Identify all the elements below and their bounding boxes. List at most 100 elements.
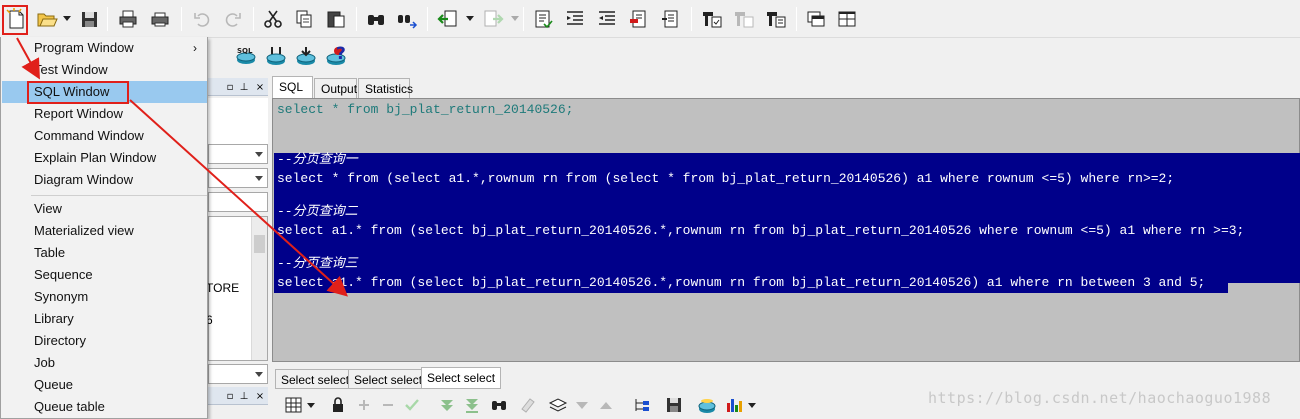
owner-combo[interactable] xyxy=(208,144,268,164)
db-icon[interactable] xyxy=(697,395,717,415)
down-icon[interactable] xyxy=(437,395,457,415)
result-tab[interactable]: Select select xyxy=(348,369,429,389)
chart-icon[interactable] xyxy=(724,395,744,415)
tab-sql[interactable]: SQL xyxy=(272,76,313,98)
panel-header-2: ▫ ⊥ × xyxy=(208,387,268,405)
result-tabs: Select select Select select Select selec… xyxy=(272,366,1300,390)
menu-item-library[interactable]: Library xyxy=(2,308,207,330)
forward-dropdown-icon[interactable] xyxy=(511,16,519,21)
find-icon[interactable] xyxy=(364,7,388,31)
compile-icon[interactable] xyxy=(700,7,724,31)
chevron-right-icon: › xyxy=(193,41,197,55)
check-icon[interactable] xyxy=(402,395,422,415)
tile-icon[interactable] xyxy=(835,7,859,31)
menu-item-queue[interactable]: Queue xyxy=(2,374,207,396)
find-icon[interactable] xyxy=(489,395,509,415)
sql-editor[interactable]: select * from bj_plat_return_20140526; -… xyxy=(272,98,1300,362)
menu-item-test-window[interactable]: Test Window xyxy=(2,59,207,81)
save-icon[interactable] xyxy=(77,7,101,31)
code-comment: --分页查询三 xyxy=(277,256,358,271)
chart-dropdown-icon[interactable] xyxy=(748,403,756,408)
chevron-down-icon xyxy=(255,372,263,377)
filter-input[interactable] xyxy=(208,192,268,212)
code-line: select * from (select a1.*,rownum rn fro… xyxy=(277,171,1175,186)
pin-icon[interactable]: ⊥ xyxy=(238,82,250,94)
menu-item-job[interactable]: Job xyxy=(2,352,207,374)
scrollbar-thumb[interactable] xyxy=(254,235,265,253)
list-item[interactable]: TORE xyxy=(206,281,239,295)
tab-output[interactable]: Output xyxy=(314,78,357,98)
back-icon[interactable] xyxy=(436,7,460,31)
result-tab[interactable]: Select select xyxy=(421,367,502,389)
menu-item-command-window[interactable]: Command Window xyxy=(2,125,207,147)
menu-item-explain-plan-window[interactable]: Explain Plan Window xyxy=(2,147,207,169)
menu-item-sequence[interactable]: Sequence xyxy=(2,264,207,286)
menu-item-program-window[interactable]: Program Window › xyxy=(2,37,207,59)
open-dropdown-icon[interactable] xyxy=(63,16,71,21)
forward-icon[interactable] xyxy=(481,7,505,31)
execute-icon[interactable] xyxy=(764,7,788,31)
menu-item-table[interactable]: Table xyxy=(2,242,207,264)
close-icon[interactable]: × xyxy=(254,82,266,94)
paste-icon[interactable] xyxy=(324,7,348,31)
print-setup-icon[interactable] xyxy=(148,7,172,31)
panel-top-area xyxy=(208,98,268,146)
tree-icon[interactable] xyxy=(632,395,652,415)
pin-icon[interactable]: ⊥ xyxy=(238,391,250,403)
menu-item-view[interactable]: View xyxy=(2,198,207,220)
db-connect-icon[interactable] xyxy=(264,44,288,68)
type-combo[interactable] xyxy=(208,168,268,188)
menu-item-diagram-window[interactable]: Diagram Window xyxy=(2,169,207,191)
sql-db-icon[interactable]: SQL xyxy=(234,44,258,68)
clear-icon[interactable] xyxy=(518,395,538,415)
result-tab[interactable]: Select select xyxy=(275,369,356,389)
code-comment: --分页查询一 xyxy=(277,152,358,167)
uncomment-icon[interactable] xyxy=(659,7,683,31)
close-icon[interactable]: × xyxy=(254,391,266,403)
db-commit-icon[interactable] xyxy=(294,44,318,68)
windows-icon[interactable] xyxy=(804,7,828,31)
menu-item-materialized-view[interactable]: Materialized view xyxy=(2,220,207,242)
grid-icon[interactable] xyxy=(284,395,304,415)
open-icon[interactable] xyxy=(35,7,59,31)
undo-icon[interactable] xyxy=(190,7,214,31)
scrollbar[interactable] xyxy=(251,217,267,360)
cut-icon[interactable] xyxy=(261,7,285,31)
grid-dropdown-icon[interactable] xyxy=(307,403,315,408)
replace-icon[interactable] xyxy=(395,7,419,31)
comment-icon[interactable] xyxy=(627,7,651,31)
code-line: select * from bj_plat_return_20140526; xyxy=(277,102,574,117)
down-all-icon[interactable] xyxy=(462,395,482,415)
chevron-down-icon xyxy=(255,176,263,181)
menu-item-directory[interactable]: Directory xyxy=(2,330,207,352)
unindent-icon[interactable] xyxy=(595,7,619,31)
print-icon[interactable] xyxy=(116,7,140,31)
menu-item-queue-table[interactable]: Queue table xyxy=(2,396,207,418)
menu-item-label: Program Window xyxy=(34,40,134,55)
arrow-up-icon[interactable] xyxy=(596,395,616,415)
watermark: https://blog.csdn.net/haochaoguo1988 xyxy=(928,389,1272,407)
object-list[interactable]: TORE 6 xyxy=(206,216,268,361)
bottom-combo[interactable] xyxy=(208,364,268,384)
new-icon[interactable] xyxy=(4,7,28,31)
tab-statistics[interactable]: Statistics xyxy=(358,78,413,98)
redo-icon[interactable] xyxy=(221,7,245,31)
help-icon[interactable]: ? xyxy=(336,44,356,66)
minus-icon[interactable] xyxy=(378,395,398,415)
arrow-down-icon[interactable] xyxy=(572,395,592,415)
menu-item-synonym[interactable]: Synonym xyxy=(2,286,207,308)
lock-icon[interactable] xyxy=(328,395,348,415)
plus-icon[interactable] xyxy=(354,395,374,415)
copy-icon[interactable] xyxy=(292,7,316,31)
debug-icon[interactable] xyxy=(732,7,756,31)
stack-icon[interactable] xyxy=(548,395,568,415)
back-dropdown-icon[interactable] xyxy=(466,16,474,21)
save-icon[interactable] xyxy=(664,395,684,415)
editor-tabs: SQL Output Statistics xyxy=(272,76,1300,98)
indent-icon[interactable] xyxy=(563,7,587,31)
panel-menu-icon[interactable]: ▫ xyxy=(224,391,236,403)
code-comment: --分页查询二 xyxy=(277,204,358,219)
menu-item-report-window[interactable]: Report Window xyxy=(2,103,207,125)
document-icon[interactable] xyxy=(531,7,555,31)
panel-menu-icon[interactable]: ▫ xyxy=(224,82,236,94)
